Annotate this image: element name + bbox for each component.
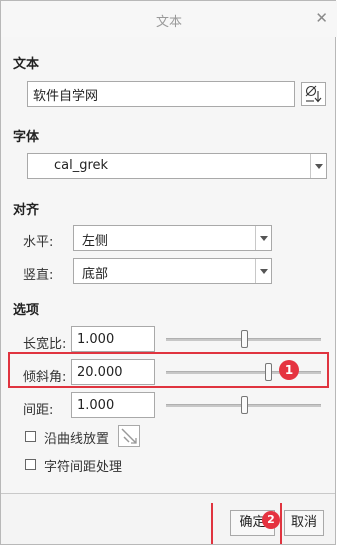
font-select-value: cal_grek bbox=[54, 158, 109, 173]
options-section-heading: 选项 bbox=[13, 303, 40, 318]
font-section-heading: 字体 bbox=[13, 130, 40, 145]
text-input[interactable] bbox=[27, 81, 295, 107]
aspect-ratio-slider-thumb[interactable] bbox=[241, 330, 248, 348]
dialog-title: 文本 bbox=[155, 15, 182, 30]
spacing-slider-thumb[interactable] bbox=[241, 396, 248, 414]
curve-placement-icon bbox=[121, 428, 137, 444]
cancel-button[interactable]: 取消 bbox=[284, 510, 324, 536]
close-icon[interactable]: ✕ bbox=[315, 9, 328, 27]
text-section-heading: 文本 bbox=[13, 57, 40, 72]
follow-curve-label: 沿曲线放置 bbox=[44, 432, 110, 447]
align-section-heading: 对齐 bbox=[13, 203, 40, 218]
font-select[interactable]: cal_grek bbox=[27, 153, 327, 179]
char-spacing-checkbox[interactable] bbox=[25, 459, 36, 470]
insert-symbol-icon bbox=[305, 85, 322, 103]
step-badge-1: 1 bbox=[279, 360, 299, 380]
vertical-align-select[interactable]: 底部 bbox=[73, 258, 272, 284]
title-bar[interactable]: 文本 ✕ bbox=[1, 1, 337, 37]
vertical-align-value: 底部 bbox=[82, 267, 109, 282]
insert-symbol-button[interactable] bbox=[301, 82, 326, 106]
spacing-label: 间距: bbox=[23, 403, 54, 418]
aspect-ratio-label: 长宽比: bbox=[23, 337, 67, 352]
step-badge-2: 2 bbox=[262, 511, 280, 529]
aspect-ratio-input[interactable] bbox=[71, 326, 155, 352]
spacing-input[interactable] bbox=[71, 392, 155, 418]
chevron-down-icon[interactable] bbox=[310, 154, 326, 178]
horizontal-align-select[interactable]: 左侧 bbox=[73, 225, 272, 251]
chevron-down-icon[interactable] bbox=[255, 259, 271, 283]
char-spacing-label: 字符间距处理 bbox=[44, 460, 123, 475]
dialog-body: 文本 字体 cal_grek 对齐 水平: 左侧 竖直: 底部 bbox=[1, 37, 335, 494]
vertical-label: 竖直: bbox=[23, 268, 54, 283]
text-dialog: 文本 ✕ 文本 字体 cal_grek 对齐 水平: 左侧 竖直 bbox=[0, 0, 337, 545]
follow-curve-checkbox[interactable] bbox=[25, 431, 36, 442]
horizontal-align-value: 左侧 bbox=[82, 234, 109, 249]
curve-placement-button[interactable] bbox=[118, 425, 140, 447]
chevron-down-icon[interactable] bbox=[255, 226, 271, 250]
horizontal-label: 水平: bbox=[23, 235, 54, 250]
